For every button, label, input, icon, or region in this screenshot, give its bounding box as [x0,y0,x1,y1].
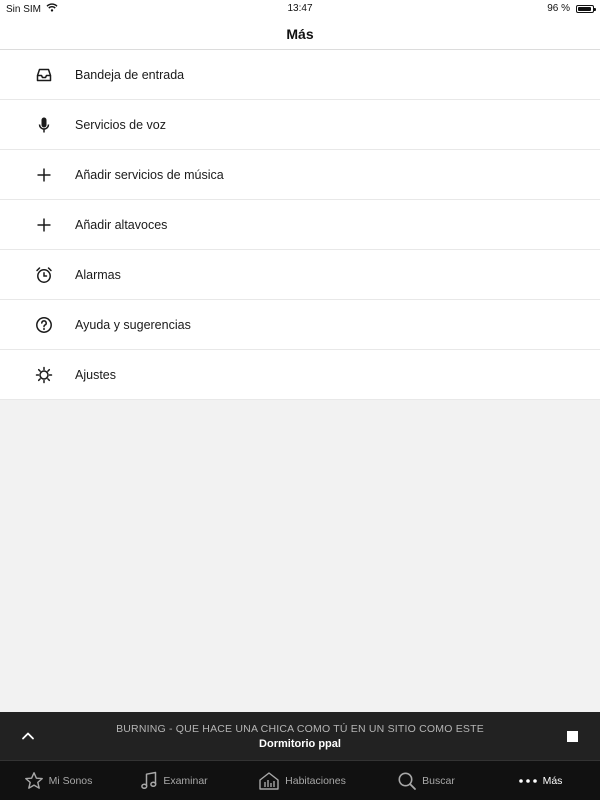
now-playing-track: BURNING - QUE HACE UNA CHICA COMO TÚ EN … [116,723,484,735]
status-right: 96 % [547,3,596,14]
help-icon [34,315,54,335]
menu-list: Bandeja de entrada Servicios de voz Añad… [0,50,600,400]
tab-examinar[interactable]: Examinar [116,761,232,800]
plus-icon [34,165,54,185]
tab-label: Más [542,774,563,787]
tab-bar: Mi Sonos Examinar Habitaciones Buscar Má… [0,760,600,800]
status-bar: Sin SIM 13:47 96 % [0,0,600,18]
tab-label: Examinar [163,774,208,787]
now-playing-room: Dormitorio ppal [259,738,341,750]
page-title: Más [286,25,314,42]
battery-fill [578,6,592,11]
tab-label: Buscar [422,774,455,787]
now-playing-bar[interactable]: BURNING - QUE HACE UNA CHICA COMO TÚ EN … [0,712,600,760]
menu-item-label: Alarmas [75,267,121,282]
battery-percent: 96 % [547,3,570,14]
microphone-icon [34,115,54,135]
tab-label: Habitaciones [285,774,346,787]
plus-icon [34,215,54,235]
menu-item-voice-services[interactable]: Servicios de voz [0,100,600,150]
menu-item-add-music-services[interactable]: Añadir servicios de música [0,150,600,200]
status-time: 13:47 [287,3,313,14]
inbox-icon [34,65,54,85]
menu-item-label: Ajustes [75,367,116,382]
app-window: Sin SIM 13:47 96 % Más Bandeja de entrad… [0,0,600,800]
menu-item-help[interactable]: Ayuda y sugerencias [0,300,600,350]
music-note-icon [140,771,158,791]
tab-mi-sonos[interactable]: Mi Sonos [0,761,116,800]
tab-buscar[interactable]: Buscar [372,761,480,800]
settings-icon [34,365,54,385]
rooms-icon [258,771,280,791]
menu-item-add-speakers[interactable]: Añadir altavoces [0,200,600,250]
menu-item-label: Servicios de voz [75,117,167,132]
menu-item-label: Bandeja de entrada [75,67,185,82]
star-icon [24,771,44,791]
menu-item-alarms[interactable]: Alarmas [0,250,600,300]
more-dots-icon [518,778,538,784]
stop-button[interactable] [567,731,578,742]
chevron-up-icon[interactable] [18,726,38,746]
nav-bar: Más [0,18,600,50]
menu-item-inbox[interactable]: Bandeja de entrada [0,50,600,100]
alarm-clock-icon [34,265,54,285]
now-playing-info[interactable]: BURNING - QUE HACE UNA CHICA COMO TÚ EN … [60,723,540,750]
menu-item-label: Añadir servicios de música [75,167,224,182]
battery-icon [576,4,596,13]
tab-habitaciones[interactable]: Habitaciones [232,761,372,800]
tab-mas[interactable]: Más [480,761,600,800]
tab-label: Mi Sonos [48,774,93,787]
menu-item-label: Ayuda y sugerencias [75,317,191,332]
menu-item-label: Añadir altavoces [75,217,168,232]
search-icon [397,771,417,791]
menu-item-settings[interactable]: Ajustes [0,350,600,400]
